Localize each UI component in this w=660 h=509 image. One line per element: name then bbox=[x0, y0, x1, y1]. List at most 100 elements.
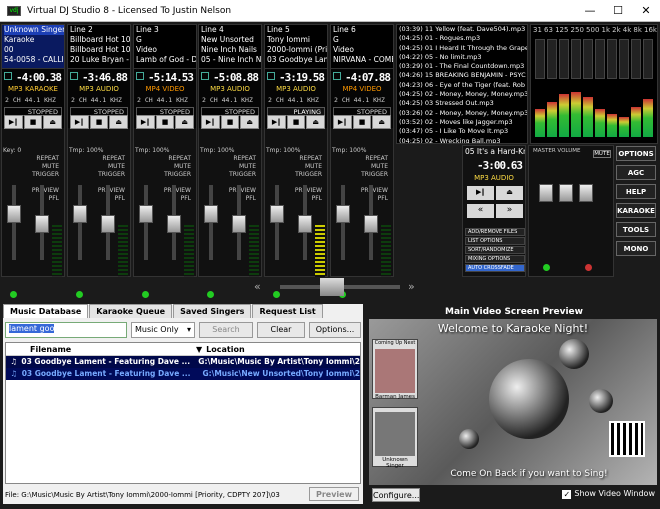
eject-button[interactable]: ⏏ bbox=[240, 115, 260, 129]
search-button[interactable]: Search bbox=[199, 322, 253, 338]
tab-request-list[interactable]: Request List bbox=[252, 304, 323, 318]
playlist-item[interactable]: (03:26) 02 - Money, Money, Money.mp3 bbox=[397, 109, 527, 118]
crossfader-right-icon[interactable]: » bbox=[408, 280, 415, 293]
tab-karaoke-queue[interactable]: Karaoke Queue bbox=[89, 304, 173, 318]
playlist-item[interactable]: (04:25) 03 Stressed Out.mp3 bbox=[397, 99, 527, 108]
eject-button[interactable]: ⏏ bbox=[372, 115, 392, 129]
mute-button[interactable]: MUTE bbox=[135, 163, 195, 171]
tools-button[interactable]: TOOLS bbox=[616, 222, 656, 237]
crossfader[interactable]: « » bbox=[250, 278, 430, 296]
trigger-button[interactable]: TRIGGER bbox=[200, 171, 260, 179]
video-play-button[interactable]: ▶‖ bbox=[467, 186, 494, 200]
volume-fader-knob[interactable] bbox=[298, 215, 312, 233]
stop-button[interactable]: ■ bbox=[286, 115, 306, 129]
pitch-fader-knob[interactable] bbox=[139, 205, 153, 223]
show-video-checkbox[interactable]: ✓ Show Video Window bbox=[562, 489, 655, 499]
master-fader-right[interactable] bbox=[579, 184, 593, 202]
eq-slider[interactable] bbox=[619, 39, 629, 79]
playlist-item[interactable]: (04:25) 02 - Money, Money, Money.mp3 bbox=[397, 90, 527, 99]
stop-button[interactable]: ■ bbox=[220, 115, 240, 129]
filter-select[interactable]: Music Only ▾ bbox=[131, 322, 195, 338]
sort-randomize-menu[interactable]: SORT/RANDOMIZE bbox=[465, 246, 525, 254]
repeat-button[interactable]: REPEAT bbox=[332, 155, 392, 163]
master-fader-center[interactable] bbox=[559, 184, 573, 202]
repeat-button[interactable]: REPEAT bbox=[3, 155, 63, 163]
configure-button[interactable]: Configure... bbox=[372, 488, 420, 502]
volume-fader-knob[interactable] bbox=[167, 215, 181, 233]
list-options-menu[interactable]: LIST OPTIONS bbox=[465, 237, 525, 245]
eq-slider[interactable] bbox=[595, 39, 605, 79]
play-pause-button[interactable]: ▶‖ bbox=[4, 115, 23, 129]
play-pause-button[interactable]: ▶‖ bbox=[136, 115, 155, 129]
agc-button[interactable]: AGC bbox=[616, 165, 656, 180]
eq-slider[interactable] bbox=[607, 39, 617, 79]
playlist-item[interactable]: (03:47) 05 - I Like To Move It.mp3 bbox=[397, 127, 527, 136]
deck-track-info[interactable]: Line 2 Billboard Hot 100 Billboard Hot 100… bbox=[68, 25, 130, 68]
trigger-button[interactable]: TRIGGER bbox=[135, 171, 195, 179]
mute-button[interactable]: MUTE bbox=[3, 163, 63, 171]
play-pause-button[interactable]: ▶‖ bbox=[267, 115, 286, 129]
table-row[interactable]: ♫ 03 Goodbye Lament - Featuring Dave ...… bbox=[6, 368, 360, 380]
playlist-item[interactable]: (03:52) 02 - Moves like Jagger.mp3 bbox=[397, 118, 527, 127]
master-mute-button[interactable]: MUTE bbox=[593, 150, 611, 158]
deck-track-info[interactable]: Line 3 G Video Lamb of God - Dri bbox=[134, 25, 196, 68]
playlist-item[interactable]: (04:25) 01 I Heard It Through the Grape bbox=[397, 44, 527, 53]
eq-slider[interactable] bbox=[547, 39, 557, 79]
mute-button[interactable]: MUTE bbox=[69, 163, 129, 171]
options-dialog-button[interactable]: Options... bbox=[309, 322, 361, 338]
trigger-button[interactable]: TRIGGER bbox=[332, 171, 392, 179]
eject-button[interactable]: ⏏ bbox=[43, 115, 63, 129]
column-location[interactable]: Location bbox=[202, 343, 245, 355]
playlist-item[interactable]: (04:23) 06 - Eye of the Tiger (feat. Rob… bbox=[397, 81, 527, 90]
eject-button[interactable]: ⏏ bbox=[175, 115, 195, 129]
pitch-fader-knob[interactable] bbox=[270, 205, 284, 223]
close-button[interactable]: ✕ bbox=[632, 4, 660, 17]
mono-button[interactable]: MONO bbox=[616, 241, 656, 256]
stop-button[interactable]: ■ bbox=[352, 115, 372, 129]
maximize-button[interactable]: ☐ bbox=[604, 4, 632, 17]
repeat-button[interactable]: REPEAT bbox=[69, 155, 129, 163]
volume-fader-knob[interactable] bbox=[101, 215, 115, 233]
karaoke-button[interactable]: KARAOKE bbox=[616, 203, 656, 218]
auto-crossfade-menu[interactable]: AUTO CROSSFADE bbox=[465, 264, 525, 272]
trigger-button[interactable]: TRIGGER bbox=[69, 171, 129, 179]
play-pause-button[interactable]: ▶‖ bbox=[201, 115, 220, 129]
tab-saved-singers[interactable]: Saved Singers bbox=[173, 304, 252, 318]
volume-fader-knob[interactable] bbox=[364, 215, 378, 233]
playlist-item[interactable]: (04:26) 15 BREAKING BENJAMIN - PSYC bbox=[397, 71, 527, 80]
master-fader-left[interactable] bbox=[539, 184, 553, 202]
stop-button[interactable]: ■ bbox=[89, 115, 109, 129]
preview-button[interactable]: Preview bbox=[309, 487, 359, 501]
playlist-item[interactable]: (04:22) 05 - No limit.mp3 bbox=[397, 53, 527, 62]
help-button[interactable]: HELP bbox=[616, 184, 656, 199]
crossfader-knob[interactable] bbox=[320, 278, 344, 296]
playlist[interactable]: (03:39) 11 Yellow (feat. Dave504).mp3 (04… bbox=[396, 24, 528, 144]
tab-music-database[interactable]: Music Database bbox=[3, 304, 89, 318]
pitch-fader-knob[interactable] bbox=[204, 205, 218, 223]
eq-slider[interactable] bbox=[559, 39, 569, 79]
stop-button[interactable]: ■ bbox=[23, 115, 43, 129]
options-button[interactable]: OPTIONS bbox=[616, 146, 656, 161]
play-pause-button[interactable]: ▶‖ bbox=[70, 115, 89, 129]
deck-track-info[interactable]: Line 4 New Unsorted Nine Inch Nails 05 - Ni… bbox=[199, 25, 261, 68]
mute-button[interactable]: MUTE bbox=[200, 163, 260, 171]
eq-slider[interactable] bbox=[535, 39, 545, 79]
mixing-options-menu[interactable]: MIXING OPTIONS bbox=[465, 255, 525, 263]
repeat-button[interactable]: REPEAT bbox=[135, 155, 195, 163]
mute-button[interactable]: MUTE bbox=[266, 163, 326, 171]
minimize-button[interactable]: — bbox=[576, 4, 604, 17]
playlist-item[interactable]: (04:25) 02 - Wrecking Ball.mp3 bbox=[397, 137, 527, 143]
eject-button[interactable]: ⏏ bbox=[306, 115, 326, 129]
trigger-button[interactable]: TRIGGER bbox=[3, 171, 63, 179]
video-eject-button[interactable]: ⏏ bbox=[496, 186, 523, 200]
repeat-button[interactable]: REPEAT bbox=[200, 155, 260, 163]
eq-slider[interactable] bbox=[571, 39, 581, 79]
search-input[interactable]: lament goo bbox=[5, 322, 127, 338]
table-row[interactable]: ♫ 03 Goodbye Lament - Featuring Dave ...… bbox=[6, 356, 360, 368]
pitch-fader-knob[interactable] bbox=[336, 205, 350, 223]
stop-button[interactable]: ■ bbox=[155, 115, 175, 129]
deck-track-info[interactable]: Line 5Tony Iommi2000-Iommi (Priorit03 Go… bbox=[265, 25, 327, 68]
volume-fader-knob[interactable] bbox=[35, 215, 49, 233]
column-filename[interactable]: Filename bbox=[6, 343, 192, 355]
crossfader-left-icon[interactable]: « bbox=[254, 280, 261, 293]
